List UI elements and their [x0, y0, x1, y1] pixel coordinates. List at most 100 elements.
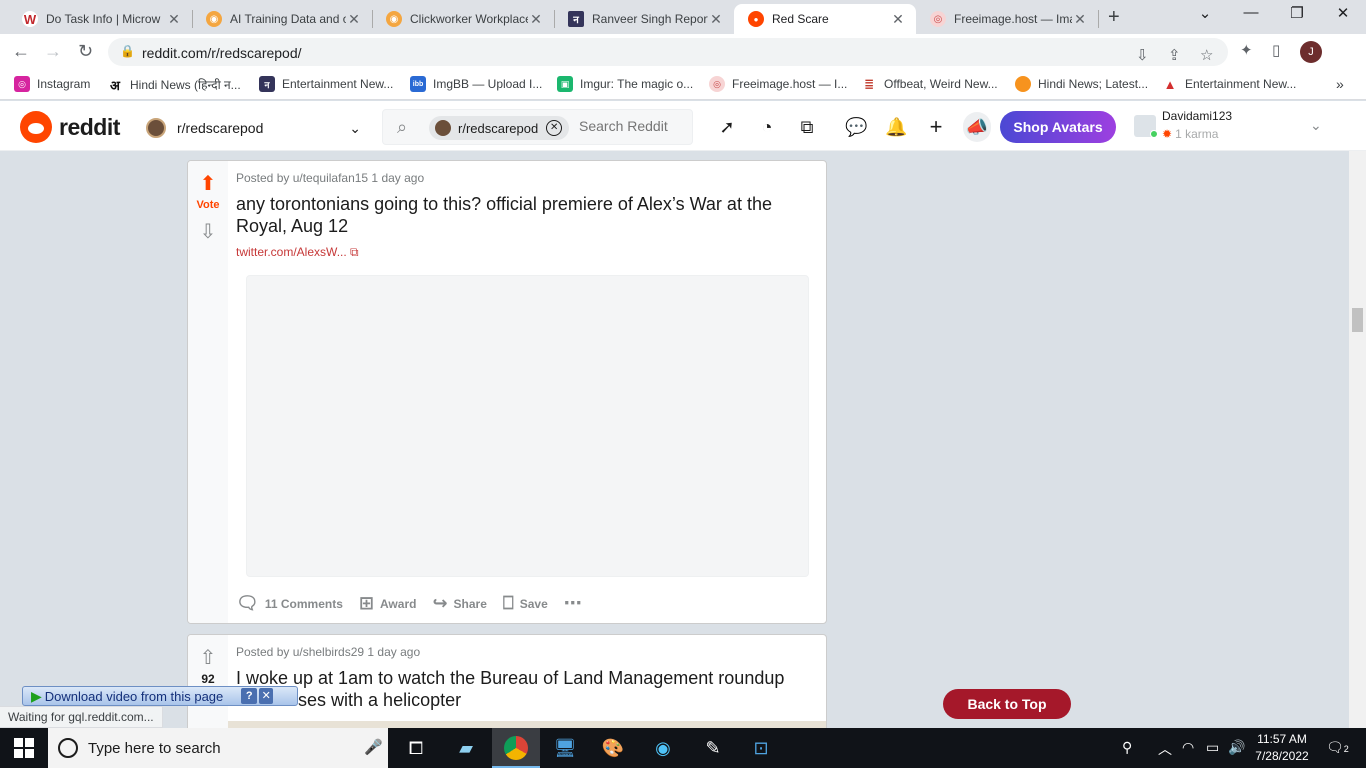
tab-do-task-info[interactable]: W Do Task Info | Microw ✕	[8, 4, 192, 34]
people-icon[interactable]: ⚲	[1122, 739, 1132, 756]
advertise-megaphone-icon[interactable]: 📣	[963, 112, 991, 142]
tab-close-icon[interactable]: ✕	[166, 11, 182, 28]
bookmark-hindi-news[interactable]: अ Hindi News (हिन्दी न...	[107, 76, 241, 93]
bookmark-imgbb[interactable]: ibb ImgBB — Upload I...	[410, 76, 542, 92]
username[interactable]: Davidami123	[1162, 109, 1232, 123]
save-button[interactable]: ⎕ Save	[503, 593, 548, 614]
live-video-icon[interactable]: ⧉	[796, 116, 818, 138]
community-dropdown[interactable]: r/redscarepod ⌄	[146, 115, 361, 141]
task-view-icon[interactable]: ⧠	[404, 736, 428, 760]
tab-ai-training-data[interactable]: ◉ AI Training Data and o ✕	[192, 4, 372, 34]
page-scrollbar[interactable]	[1349, 151, 1366, 728]
install-app-icon[interactable]: ⇩	[1136, 46, 1149, 64]
close-window-icon[interactable]: ✕	[1320, 4, 1366, 22]
battery-icon[interactable]: ▭	[1206, 739, 1219, 756]
bookmark-label: Instagram	[37, 77, 91, 91]
more-options-icon[interactable]: ⋯	[564, 593, 588, 614]
close-icon[interactable]: ✕	[259, 688, 274, 704]
bookmark-offbeat[interactable]: ≣ Offbeat, Weird New...	[861, 76, 998, 92]
paint3d-app-icon[interactable]: ✎	[701, 736, 725, 760]
post-card[interactable]: ⬆ Vote ⇩ Posted by u/tequilafan15 1 day …	[187, 160, 827, 624]
bookmark-imgur[interactable]: ▣ Imgur: The magic o...	[557, 76, 693, 92]
notification-bell-icon[interactable]: 🔔	[885, 116, 907, 138]
scrollbar-thumb[interactable]	[1352, 308, 1363, 332]
post-link[interactable]: twitter.com/AlexsW... ⧉	[236, 245, 359, 260]
profile-avatar[interactable]: J	[1300, 41, 1322, 63]
tab-freeimage-host[interactable]: ◎ Freeimage.host — Ima ✕	[916, 4, 1098, 34]
upvote-arrow-icon[interactable]: ⬆	[198, 171, 218, 196]
post-meta[interactable]: Posted by u/tequilafan15 1 day ago	[236, 171, 424, 185]
tab-ranveer-singh-report[interactable]: न Ranveer Singh Report ✕	[554, 4, 734, 34]
create-post-plus-icon[interactable]: +	[925, 116, 947, 138]
chat-icon[interactable]: 💬	[845, 116, 867, 138]
bookmark-entertainment-news-2[interactable]: ▲ Entertainment New...	[1162, 76, 1296, 92]
taskbar-search-box[interactable]: Type here to search 🎤	[48, 728, 388, 768]
restore-icon[interactable]: ❐	[1274, 4, 1320, 22]
upvote-arrow-icon[interactable]: ⇧	[198, 645, 218, 670]
omnibox[interactable]: 🔒 reddit.com/r/redscarepod/ ⇩ ⇪ ☆	[108, 38, 1228, 66]
bookmark-freeimage[interactable]: ◎ Freeimage.host — I...	[709, 76, 847, 92]
bookmarks-overflow-icon[interactable]: »	[1336, 76, 1344, 92]
file-explorer-icon[interactable]: 🖥	[553, 736, 577, 760]
taskbar-search-placeholder: Type here to search	[88, 740, 221, 757]
downvote-arrow-icon[interactable]: ⇩	[198, 219, 218, 244]
bookmark-instagram[interactable]: ◎ Instagram	[14, 76, 90, 92]
help-icon[interactable]: ?	[241, 688, 258, 704]
bookmark-label: Entertainment New...	[282, 77, 394, 91]
back-arrow-icon[interactable]: ←	[12, 41, 30, 62]
post-title[interactable]: any torontonians going to this? official…	[236, 193, 806, 237]
search-community-chip[interactable]: r/redscarepod ✕	[429, 116, 569, 140]
tab-close-icon[interactable]: ✕	[890, 11, 906, 28]
comments-button[interactable]: 🗨 11 Comments	[236, 593, 343, 614]
tab-close-icon[interactable]: ✕	[1072, 11, 1088, 28]
coins-icon[interactable]: ◔	[756, 116, 778, 138]
photo-app-icon[interactable]: ⊡	[749, 736, 773, 760]
shop-avatars-button[interactable]: Shop Avatars	[1000, 111, 1116, 143]
user-menu-chevron-icon[interactable]: ⌄	[1310, 117, 1322, 134]
tab-close-icon[interactable]: ✕	[708, 11, 724, 28]
forward-arrow-icon[interactable]: →	[44, 41, 62, 62]
swirl-app-icon[interactable]: ◉	[651, 736, 675, 760]
new-tab-plus-icon[interactable]: +	[1108, 6, 1120, 29]
paint-app-icon[interactable]: 🎨	[601, 736, 625, 760]
tab-close-icon[interactable]: ✕	[346, 11, 362, 28]
bookmark-star-icon[interactable]: ☆	[1200, 46, 1213, 64]
share-button[interactable]: ↪ Share	[432, 593, 486, 614]
reddit-logo-icon[interactable]	[20, 111, 52, 143]
minimize-icon[interactable]: —	[1228, 4, 1274, 21]
download-video-bar[interactable]: ▶ Download video from this page ? ✕	[22, 686, 298, 706]
tab-red-scare[interactable]: ● Red Scare ✕	[734, 4, 916, 34]
side-panel-icon[interactable]: ▯	[1272, 41, 1280, 59]
reddit-wordmark[interactable]: reddit	[59, 114, 120, 141]
reddit-favicon-icon: ●	[748, 11, 764, 27]
chrome-app-icon[interactable]	[504, 736, 528, 760]
windows-start-icon[interactable]	[14, 738, 34, 758]
extensions-puzzle-icon[interactable]: ✦	[1240, 41, 1253, 59]
microphone-icon[interactable]: 🎤	[364, 738, 383, 756]
back-to-top-button[interactable]: Back to Top	[943, 689, 1071, 719]
notepad-app-icon[interactable]: ▰	[454, 736, 478, 760]
clear-chip-icon[interactable]: ✕	[546, 120, 563, 136]
tray-chevron-up-icon[interactable]: ︿	[1158, 739, 1172, 759]
search-box[interactable]: ⌕ r/redscarepod ✕	[382, 109, 693, 145]
award-button[interactable]: ⊞ Award	[359, 593, 417, 614]
tab-clickworker-workplace[interactable]: ◉ Clickworker Workplace ✕	[372, 4, 554, 34]
taskbar-clock[interactable]: 11:57 AM 7/28/2022	[1252, 731, 1312, 765]
bookmark-entertainment-news[interactable]: न Entertainment New...	[259, 76, 393, 92]
bookmark-hindi-news-latest[interactable]: Hindi News; Latest...	[1015, 76, 1148, 92]
tab-close-icon[interactable]: ✕	[528, 11, 544, 28]
popular-arrow-icon[interactable]: ➚	[716, 116, 738, 138]
tab-search-chevron-icon[interactable]: ⌄	[1182, 4, 1228, 22]
post-meta[interactable]: Posted by u/shelbirds29 1 day ago	[236, 645, 420, 659]
notifications-icon[interactable]: 🗨2	[1326, 739, 1349, 756]
chevron-down-icon: ⌄	[349, 119, 361, 136]
reload-icon[interactable]: ↻	[78, 41, 93, 62]
post-title[interactable]: I woke up at 1am to watch the Bureau of …	[236, 667, 806, 711]
search-input[interactable]	[579, 118, 689, 134]
post-media[interactable]	[228, 275, 826, 582]
share-page-icon[interactable]: ⇪	[1168, 46, 1181, 64]
community-avatar	[146, 118, 166, 138]
url-text[interactable]: reddit.com/r/redscarepod/	[142, 45, 302, 61]
volume-icon[interactable]: 🔊	[1228, 739, 1245, 756]
wifi-icon[interactable]: ◠	[1182, 739, 1194, 756]
